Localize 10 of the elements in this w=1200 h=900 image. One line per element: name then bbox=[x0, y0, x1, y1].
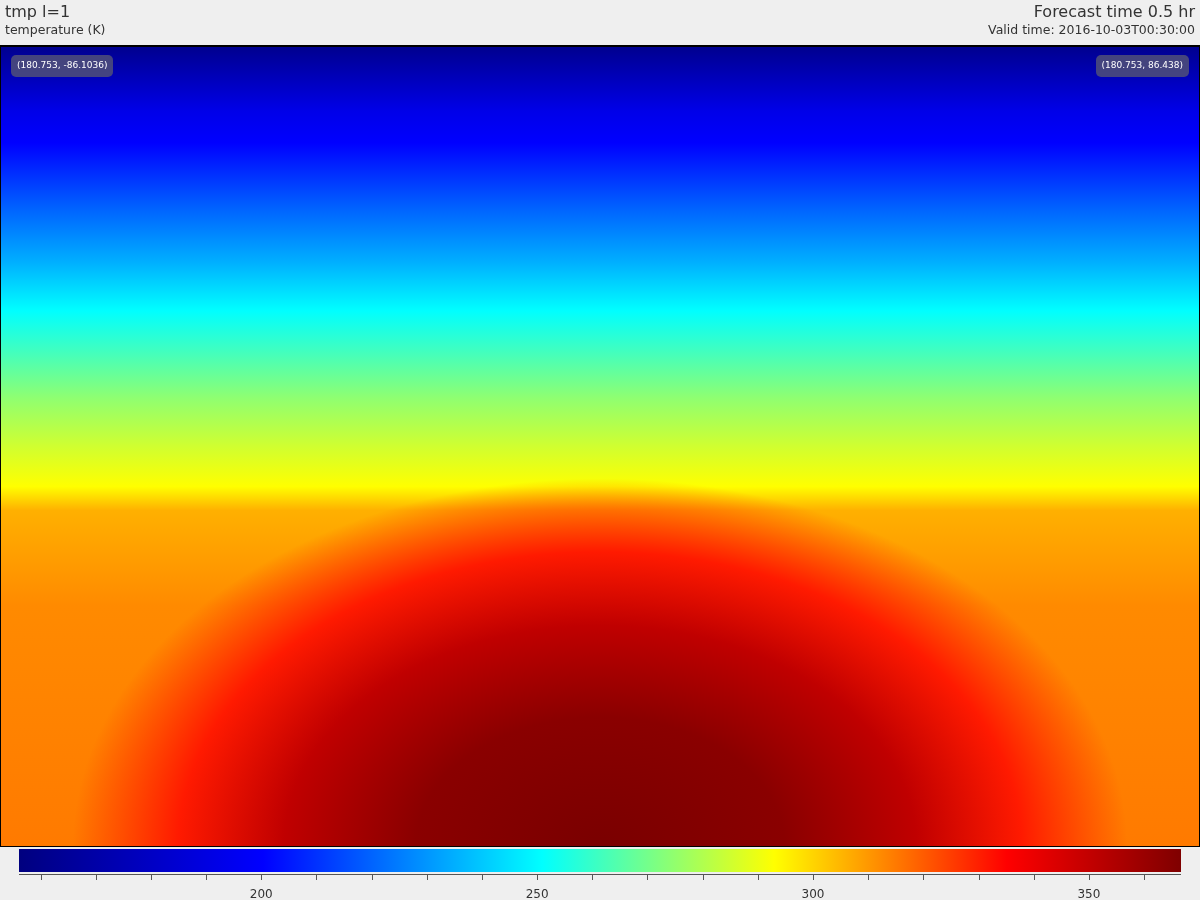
valid-time: Valid time: 2016-10-03T00:30:00 bbox=[988, 22, 1195, 38]
tick-label: 250 bbox=[525, 886, 549, 900]
plot-subtitle: temperature (K) bbox=[5, 22, 106, 38]
tick-label: 200 bbox=[249, 886, 273, 900]
tick-label: 300 bbox=[801, 886, 825, 900]
coordinate-label: (180.753, -86.1036) bbox=[11, 55, 114, 77]
tick-label: 350 bbox=[1077, 886, 1101, 900]
plot-title: tmp l=1 bbox=[5, 2, 72, 22]
coordinate-label: (180.753, 86.438) bbox=[1095, 55, 1189, 77]
forecast-time: Forecast time 0.5 hr bbox=[1032, 2, 1195, 22]
